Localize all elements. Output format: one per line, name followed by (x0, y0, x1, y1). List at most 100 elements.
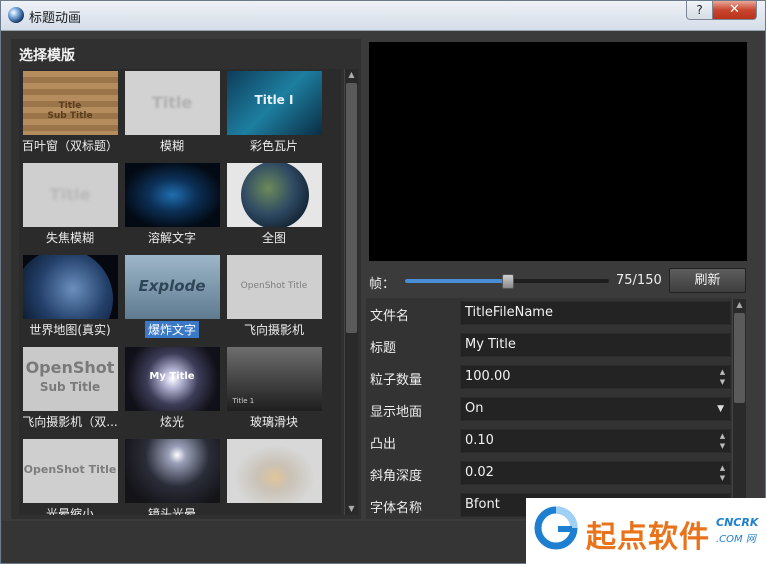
app-icon (8, 7, 24, 23)
title-bar: 标题动画 ? ✕ (1, 1, 765, 31)
refresh-button[interactable]: 刷新 (669, 268, 746, 293)
show-ground-dropdown[interactable]: On ▼ (460, 397, 731, 421)
template-label: 全图 (261, 231, 286, 245)
template-tile[interactable]: My Title 炫光 (121, 347, 223, 430)
template-thumbnail-particles (226, 439, 322, 503)
template-tile[interactable] (223, 439, 325, 505)
prop-value: 100.00 (465, 369, 511, 384)
prop-row-show-ground: 显示地面 On ▼ (366, 394, 732, 424)
spin-buttons[interactable]: ▲ ▼ (717, 431, 728, 451)
template-tile[interactable]: OpenShot Title 光晕缩小 (19, 439, 121, 515)
window-title: 标题动画 (29, 11, 82, 26)
scroll-up-arrow-icon[interactable]: ▲ (345, 69, 358, 81)
template-thumbnail-color-tiles: Title I (226, 71, 322, 135)
template-label: 百叶窗（双标题） (21, 139, 118, 153)
template-tile[interactable]: OpenShot Title 飞向摄影机 (223, 255, 325, 338)
spin-down-icon[interactable]: ▼ (717, 441, 728, 451)
template-tile[interactable]: Title 模糊 (121, 71, 223, 154)
watermark-logo: 起点软件 CNCRK .COM 网 (526, 498, 766, 564)
template-thumbnail-fly-to-camera: OpenShot Title (226, 255, 322, 319)
prop-value: TitleFileName (465, 305, 553, 320)
template-label: 镜头光晕 (147, 507, 196, 515)
template-label: 世界地图(真实) (29, 323, 111, 337)
template-label: 模糊 (159, 139, 184, 153)
prop-label: 文件名 (370, 309, 410, 324)
chevron-down-icon: ▼ (717, 404, 724, 414)
template-tile[interactable]: Title Sub Title 百叶窗（双标题） (19, 71, 121, 154)
prop-value: 0.10 (465, 433, 494, 448)
template-tile[interactable]: 溶解文字 (121, 163, 223, 246)
template-thumbnail-glass-slide: Title 1 (226, 347, 322, 411)
title-animation-dialog: 标题动画 ? ✕ 选择模版 Title Sub Title 百叶窗（双标题） Ti… (0, 0, 766, 564)
prop-row-extrude: 凸出 0.10 ▲ ▼ (366, 426, 732, 456)
frame-slider[interactable] (405, 274, 609, 289)
frame-slider-fill (405, 279, 507, 283)
scroll-down-arrow-icon[interactable]: ▼ (345, 503, 358, 515)
template-thumbnail-explode: Explode (124, 255, 220, 319)
template-label: 光晕缩小 (45, 507, 94, 515)
title-field[interactable]: My Title (460, 333, 731, 357)
frame-control-row: 帧： 75/150 刷新 (369, 267, 749, 295)
template-tile[interactable]: 全图 (223, 163, 325, 246)
prop-row-filename: 文件名 TitleFileName (366, 298, 732, 328)
watermark-brand: 起点软件 (586, 520, 710, 555)
watermark-sub2: .COM 网 (716, 534, 756, 545)
template-panel-title: 选择模版 (19, 48, 75, 64)
template-scrollbar[interactable]: ▲ ▼ (344, 69, 358, 515)
watermark-sub1: CNCRK (716, 516, 759, 529)
template-tile[interactable]: Title 1 玻璃滑块 (223, 347, 325, 430)
help-button[interactable]: ? (686, 1, 713, 20)
bevel-depth-spinbox[interactable]: 0.02 ▲ ▼ (460, 461, 731, 485)
spin-up-icon[interactable]: ▲ (717, 463, 728, 473)
prop-value: On (465, 401, 484, 416)
spin-buttons[interactable]: ▲ ▼ (717, 367, 728, 387)
close-button[interactable]: ✕ (712, 1, 757, 20)
prop-label: 字体名称 (370, 501, 423, 516)
template-thumbnail-blur: Title (124, 71, 220, 135)
template-thumbnail-glow-shrink: OpenShot Title (22, 439, 118, 503)
template-label: 失焦模糊 (45, 231, 94, 245)
extrude-spinbox[interactable]: 0.10 ▲ ▼ (460, 429, 731, 453)
template-label: 彩色瓦片 (249, 139, 298, 153)
filename-field[interactable]: TitleFileName (460, 301, 731, 325)
prop-row-particles: 粒子数量 100.00 ▲ ▼ (366, 362, 732, 392)
properties-panel: 文件名 TitleFileName 标题 My Title 粒子数量 100.0… (366, 298, 732, 519)
particle-count-spinbox[interactable]: 100.00 ▲ ▼ (460, 365, 731, 389)
template-tile[interactable]: 世界地图(真实) (19, 255, 121, 338)
scrollbar-thumb[interactable] (346, 83, 357, 333)
prop-label: 标题 (370, 341, 397, 356)
spin-buttons[interactable]: ▲ ▼ (717, 463, 728, 483)
prop-label: 粒子数量 (370, 373, 423, 388)
scrollbar-thumb[interactable] (734, 313, 745, 403)
spin-down-icon[interactable]: ▼ (717, 377, 728, 387)
prop-row-title: 标题 My Title (366, 330, 732, 360)
spin-down-icon[interactable]: ▼ (717, 473, 728, 483)
spin-up-icon[interactable]: ▲ (717, 431, 728, 441)
template-label: 玻璃滑块 (249, 415, 298, 429)
template-tile[interactable]: 镜头光晕 (121, 439, 223, 515)
prop-label: 斜角深度 (370, 469, 423, 484)
template-thumbnail-dissolve (124, 163, 220, 227)
preview-canvas (369, 42, 747, 261)
spin-up-icon[interactable]: ▲ (717, 367, 728, 377)
frame-slider-handle[interactable] (502, 274, 514, 289)
prop-row-bevel-depth: 斜角深度 0.02 ▲ ▼ (366, 458, 732, 488)
frame-count: 75/150 (616, 273, 662, 288)
template-label-selected: 爆炸文字 (144, 321, 199, 338)
template-thumbnail-blinds: Title Sub Title (22, 71, 118, 135)
template-thumbnail-globe (226, 163, 322, 227)
scroll-up-arrow-icon[interactable]: ▲ (733, 299, 746, 311)
template-label: 飞向摄影机 (243, 323, 304, 337)
template-tile[interactable]: OpenShot Sub Title 飞向摄影机（双... (19, 347, 121, 430)
properties-scrollbar[interactable]: ▲ (732, 299, 746, 519)
prop-label: 显示地面 (370, 405, 423, 420)
template-thumbnail-defocus: Title (22, 163, 118, 227)
template-tile[interactable]: Explode 爆炸文字 (121, 255, 223, 342)
prop-value: Bfont (465, 497, 500, 512)
frame-label: 帧： (369, 277, 396, 292)
prop-value: 0.02 (465, 465, 494, 480)
prop-label: 凸出 (370, 437, 397, 452)
template-thumbnail-lens-flare (124, 439, 220, 503)
template-tile[interactable]: Title 失焦模糊 (19, 163, 121, 246)
template-tile[interactable]: Title I 彩色瓦片 (223, 71, 325, 154)
